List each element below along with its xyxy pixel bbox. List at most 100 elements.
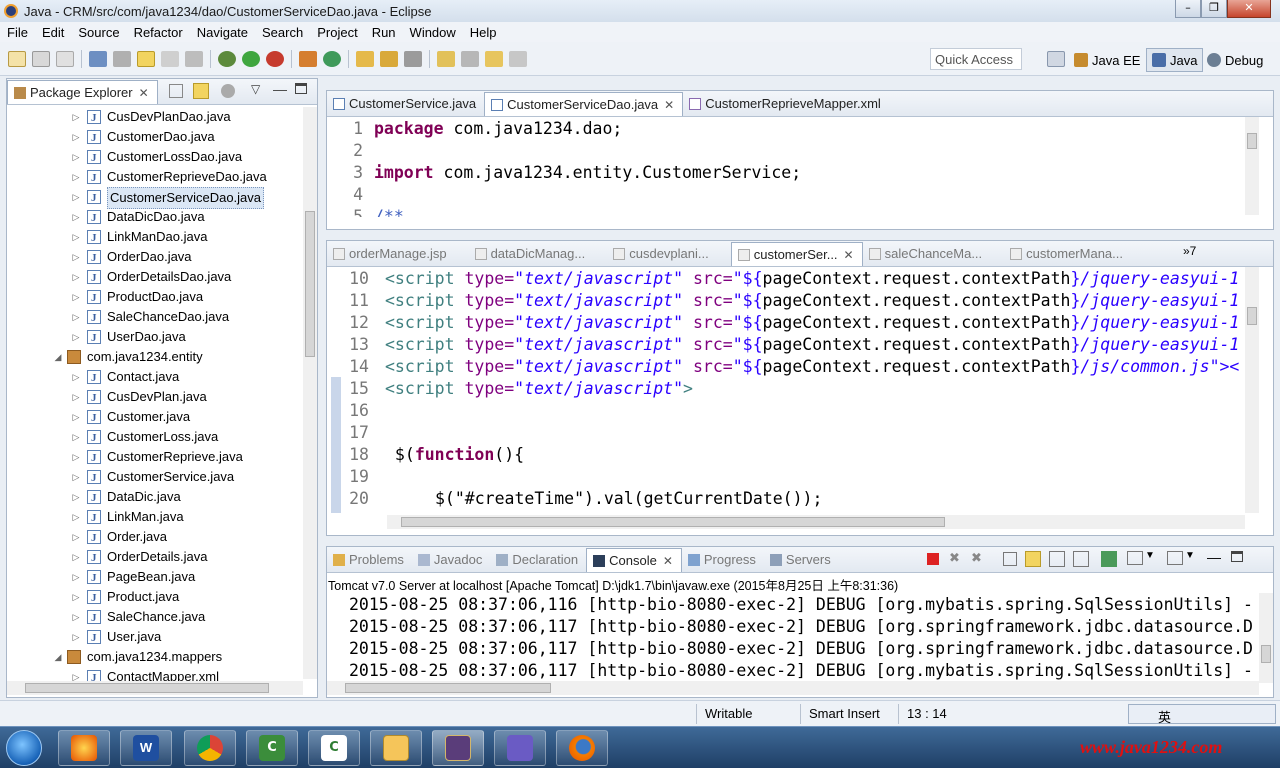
menu-help[interactable]: Help	[463, 25, 504, 40]
expand-arrow-icon[interactable]: ◢	[53, 647, 63, 667]
tree-file-item[interactable]: ▷ User.java	[7, 627, 307, 648]
taskbar-explorer[interactable]	[370, 730, 422, 766]
minimize-view-icon[interactable]: —	[1207, 549, 1221, 565]
terminate-icon[interactable]	[927, 553, 939, 565]
open-folder-icon[interactable]	[380, 50, 398, 67]
tree-file-item[interactable]: ▷ DataDicDao.java	[7, 207, 307, 228]
back-icon[interactable]	[485, 50, 503, 67]
collapse-arrow-icon[interactable]: ▷	[71, 627, 81, 647]
tree-file-item[interactable]: ▷ Customer.java	[7, 407, 307, 428]
perspective-debug[interactable]: Debug	[1207, 48, 1263, 72]
collapse-arrow-icon[interactable]: ▷	[71, 207, 81, 227]
tree-file-item[interactable]: ▷ CustomerService.java	[7, 467, 307, 488]
clear-console-icon[interactable]	[1003, 552, 1017, 566]
scroll-thumb[interactable]	[1247, 307, 1257, 325]
collapse-arrow-icon[interactable]: ▷	[71, 127, 81, 147]
collapse-arrow-icon[interactable]: ▷	[71, 147, 81, 167]
scroll-thumb[interactable]	[401, 517, 945, 527]
scroll-thumb[interactable]	[1261, 645, 1271, 663]
tree-file-item[interactable]: ▷ ProductDao.java	[7, 287, 307, 308]
close-icon[interactable]: ✕	[664, 98, 674, 112]
tab-servers[interactable]: Servers	[764, 548, 839, 572]
tab-customerservice-java[interactable]: CustomerService.java	[327, 92, 484, 116]
word-wrap-icon[interactable]	[1049, 551, 1065, 567]
previous-annotation-icon[interactable]	[461, 50, 479, 67]
menu-refactor[interactable]: Refactor	[127, 25, 190, 40]
external-tools-icon[interactable]	[266, 50, 284, 67]
menu-file[interactable]: File	[0, 25, 35, 40]
console-output[interactable]: 2015-08-25 08:37:06,116 [http-bio-8080-e…	[327, 593, 1259, 681]
taskbar-app[interactable]	[58, 730, 110, 766]
tab-javadoc[interactable]: Javadoc	[412, 548, 490, 572]
collapse-arrow-icon[interactable]: ▷	[71, 227, 81, 247]
tree-file-item[interactable]: ▷ CustomerLoss.java	[7, 427, 307, 448]
show-on-output-icon[interactable]	[1073, 551, 1089, 567]
console-vertical-scrollbar[interactable]	[1259, 593, 1273, 683]
forward-icon[interactable]	[509, 50, 527, 67]
tree-file-item[interactable]: ▷ Contact.java	[7, 367, 307, 388]
taskbar-camtasia-recorder[interactable]: C	[308, 730, 360, 766]
quick-access-input[interactable]	[930, 48, 1022, 70]
editor-bottom-horizontal-scrollbar[interactable]	[387, 515, 1245, 529]
collapse-arrow-icon[interactable]: ▷	[71, 607, 81, 627]
menu-navigate[interactable]: Navigate	[190, 25, 255, 40]
maximize-view-icon[interactable]	[1231, 551, 1243, 562]
ime-toolbar[interactable]	[1128, 704, 1276, 724]
code-area-top[interactable]: 1 package com.java1234.dao; 2 3 import c…	[327, 117, 1245, 217]
console-horizontal-scrollbar[interactable]	[327, 681, 1259, 695]
tree-file-item[interactable]: ▷ DataDic.java	[7, 487, 307, 508]
taskbar-camtasia[interactable]: C	[246, 730, 298, 766]
taskbar-firefox[interactable]	[556, 730, 608, 766]
chevron-down-icon[interactable]: ▼	[1145, 550, 1155, 561]
tab-datadicmanage-jsp[interactable]: dataDicManag...	[469, 242, 594, 266]
tree-file-item[interactable]: ▷ PageBean.java	[7, 567, 307, 588]
collapse-arrow-icon[interactable]: ▷	[71, 367, 81, 387]
menu-source[interactable]: Source	[71, 25, 126, 40]
new-class-icon[interactable]	[323, 50, 341, 67]
remove-launch-icon[interactable]: ✖	[949, 550, 960, 566]
menu-window[interactable]: Window	[403, 25, 463, 40]
tree-file-item[interactable]: ▷ SaleChanceDao.java	[7, 307, 307, 328]
tree-file-item[interactable]: ▷ OrderDetailsDao.java	[7, 267, 307, 288]
collapse-arrow-icon[interactable]: ▷	[71, 427, 81, 447]
tab-declaration[interactable]: Declaration	[490, 548, 586, 572]
collapse-arrow-icon[interactable]: ▷	[71, 447, 81, 467]
editor-top-vertical-scrollbar[interactable]	[1245, 117, 1259, 215]
tree-file-item[interactable]: ▷ CusDevPlanDao.java	[7, 107, 307, 128]
chevron-down-icon[interactable]: ▽	[251, 82, 260, 96]
perspective-java[interactable]: Java	[1146, 48, 1204, 72]
scroll-thumb[interactable]	[25, 683, 269, 693]
maximize-view-icon[interactable]	[295, 83, 307, 94]
maximize-button[interactable]: ❐	[1201, 0, 1227, 18]
collapse-arrow-icon[interactable]: ▷	[71, 307, 81, 327]
tree-file-item[interactable]: ▷ CustomerLossDao.java	[7, 147, 307, 168]
perspective-java-ee[interactable]: Java EE	[1074, 48, 1140, 72]
taskbar-word[interactable]: W	[120, 730, 172, 766]
collapse-arrow-icon[interactable]: ▷	[71, 107, 81, 127]
tree-file-item[interactable]: ▷ UserDao.java	[7, 327, 307, 348]
tree-file-item[interactable]: ▷ CustomerReprieve.java	[7, 447, 307, 468]
debug-icon[interactable]	[218, 50, 236, 67]
collapse-arrow-icon[interactable]: ▷	[71, 587, 81, 607]
scroll-thumb[interactable]	[305, 211, 315, 357]
tree-file-item[interactable]: ▷ CusDevPlan.java	[7, 387, 307, 408]
collapse-arrow-icon[interactable]: ▷	[71, 267, 81, 287]
collapse-arrow-icon[interactable]: ▷	[71, 507, 81, 527]
tree-file-item[interactable]: ▷ LinkMan.java	[7, 507, 307, 528]
collapse-arrow-icon[interactable]: ▷	[71, 387, 81, 407]
tree-package-item[interactable]: ◢ com.java1234.entity	[7, 347, 307, 367]
minimize-button[interactable]: –	[1175, 0, 1201, 18]
tab-problems[interactable]: Problems	[327, 548, 412, 572]
block-select-icon[interactable]	[185, 50, 203, 67]
taskbar-app-2[interactable]	[494, 730, 546, 766]
minimize-view-icon[interactable]: —	[273, 81, 287, 97]
tab-cusdevplan-jsp[interactable]: cusdevplani...	[607, 242, 717, 266]
tab-package-explorer[interactable]: Package Explorer ✕	[7, 80, 158, 104]
run-icon[interactable]	[242, 50, 260, 67]
collapse-arrow-icon[interactable]: ▷	[71, 327, 81, 347]
display-console-icon[interactable]	[1127, 551, 1143, 565]
chevron-down-icon[interactable]: ▼	[1185, 550, 1195, 561]
link-with-editor-icon[interactable]	[193, 83, 209, 99]
search-icon[interactable]	[404, 50, 422, 67]
menu-run[interactable]: Run	[365, 25, 403, 40]
